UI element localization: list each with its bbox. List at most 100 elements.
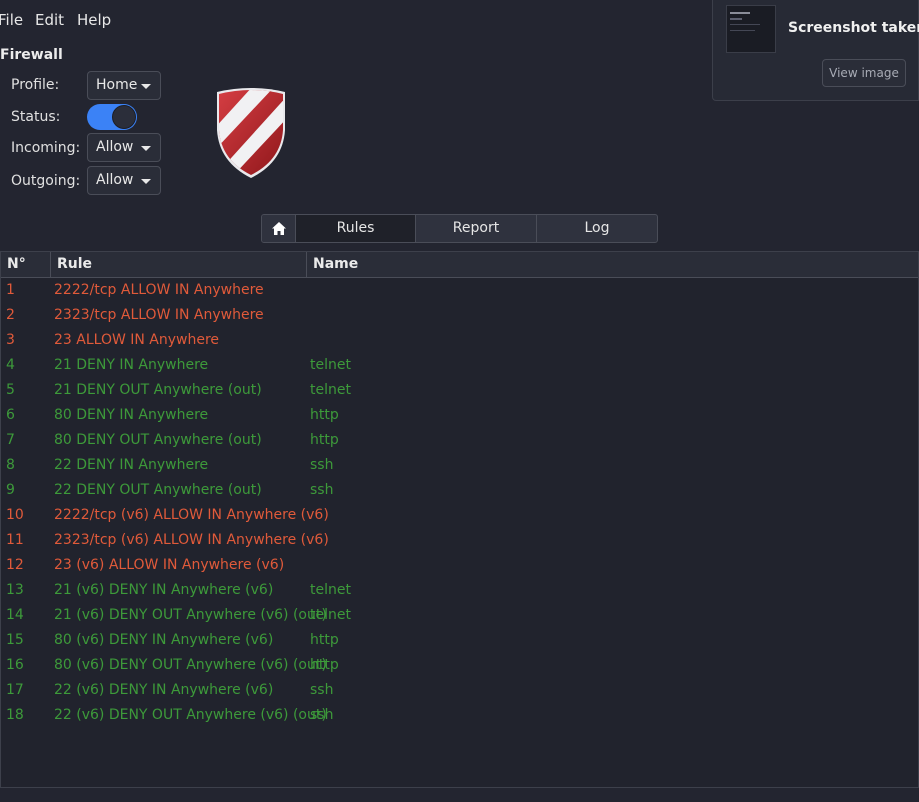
rule-number: 9 (6, 482, 15, 498)
rule-name: telnet (310, 382, 351, 398)
rule-text: 21 (v6) DENY IN Anywhere (v6) (54, 582, 274, 598)
rule-text: 2222/tcp ALLOW IN Anywhere (54, 282, 264, 298)
menu-file[interactable]: File (0, 11, 23, 29)
table-row[interactable]: 7 80 DENY OUT Anywhere (out) http (1, 428, 918, 453)
table-row[interactable]: 15 80 (v6) DENY IN Anywhere (v6) http (1, 628, 918, 653)
table-row[interactable]: 9 22 DENY OUT Anywhere (out) ssh (1, 478, 918, 503)
rule-number: 6 (6, 407, 15, 423)
rule-name: telnet (310, 582, 351, 598)
rule-number: 13 (6, 582, 24, 598)
rule-text: 80 (v6) DENY OUT Anywhere (v6) (out) (54, 657, 327, 673)
rule-name: http (310, 657, 339, 673)
table-row[interactable]: 14 21 (v6) DENY OUT Anywhere (v6) (out) te… (1, 603, 918, 628)
rule-number: 1 (6, 282, 15, 298)
rule-text: 21 (v6) DENY OUT Anywhere (v6) (out) (54, 607, 327, 623)
rule-text: 22 (v6) DENY OUT Anywhere (v6) (out) (54, 707, 327, 723)
rule-number: 7 (6, 432, 15, 448)
rule-name: ssh (310, 457, 334, 473)
table-row[interactable]: 12 23 (v6) ALLOW IN Anywhere (v6) (1, 553, 918, 578)
rule-text: 21 DENY OUT Anywhere (out) (54, 382, 262, 398)
rule-number: 17 (6, 682, 24, 698)
rule-number: 8 (6, 457, 15, 473)
column-name[interactable]: Name (307, 252, 918, 277)
rule-name: ssh (310, 482, 334, 498)
rule-number: 18 (6, 707, 24, 723)
rule-name: http (310, 407, 339, 423)
status-toggle[interactable] (87, 104, 137, 130)
rule-number: 4 (6, 357, 15, 373)
rule-number: 5 (6, 382, 15, 398)
column-rule[interactable]: Rule (51, 252, 307, 277)
rules-table: N° Rule Name 1 2222/tcp ALLOW IN Anywhere… (0, 251, 919, 788)
rule-text: 23 ALLOW IN Anywhere (54, 332, 220, 348)
rule-name: ssh (310, 707, 334, 723)
rule-text: 22 DENY IN Anywhere (54, 457, 209, 473)
rule-text: 80 DENY IN Anywhere (54, 407, 209, 423)
rule-number: 10 (6, 507, 24, 523)
outgoing-label: Outgoing: (11, 173, 81, 189)
column-number[interactable]: N° (1, 252, 51, 277)
view-tabs: Rules Report Log (261, 214, 658, 243)
table-row[interactable]: 6 80 DENY IN Anywhere http (1, 403, 918, 428)
toggle-knob (112, 105, 136, 129)
tab-rules[interactable]: Rules (296, 215, 416, 242)
incoming-value: Allow (96, 139, 134, 155)
tab-report[interactable]: Report (416, 215, 537, 242)
table-row[interactable]: 11 2323/tcp (v6) ALLOW IN Anywhere (v6) (1, 528, 918, 553)
outgoing-select[interactable]: Allow (87, 166, 161, 195)
rule-text: 23 (v6) ALLOW IN Anywhere (v6) (54, 557, 285, 573)
incoming-select[interactable]: Allow (87, 133, 161, 162)
status-bar (0, 788, 919, 802)
rule-number: 2 (6, 307, 15, 323)
table-row[interactable]: 2 2323/tcp ALLOW IN Anywhere (1, 303, 918, 328)
tab-log[interactable]: Log (537, 215, 657, 242)
profile-value: Home (96, 77, 138, 93)
rule-number: 3 (6, 332, 15, 348)
table-row[interactable]: 18 22 (v6) DENY OUT Anywhere (v6) (out) ss… (1, 703, 918, 728)
table-row[interactable]: 10 2222/tcp (v6) ALLOW IN Anywhere (v6) (1, 503, 918, 528)
rule-number: 11 (6, 532, 24, 548)
table-header: N° Rule Name (1, 252, 918, 278)
shield-icon (213, 86, 289, 182)
rule-text: 80 (v6) DENY IN Anywhere (v6) (54, 632, 274, 648)
table-row[interactable]: 5 21 DENY OUT Anywhere (out) telnet (1, 378, 918, 403)
rule-number: 16 (6, 657, 24, 673)
rule-text: 21 DENY IN Anywhere (54, 357, 209, 373)
menu-help[interactable]: Help (77, 11, 111, 29)
table-row[interactable]: 1 2222/tcp ALLOW IN Anywhere (1, 278, 918, 303)
table-row[interactable]: 16 80 (v6) DENY OUT Anywhere (v6) (out) ht… (1, 653, 918, 678)
tab-home[interactable] (262, 215, 296, 242)
firewall-title: Firewall (0, 47, 63, 63)
table-row[interactable]: 4 21 DENY IN Anywhere telnet (1, 353, 918, 378)
rule-number: 15 (6, 632, 24, 648)
rule-text: 2323/tcp ALLOW IN Anywhere (54, 307, 264, 323)
rule-name: telnet (310, 607, 351, 623)
rule-number: 12 (6, 557, 24, 573)
rule-name: telnet (310, 357, 351, 373)
table-row[interactable]: 8 22 DENY IN Anywhere ssh (1, 453, 918, 478)
table-row[interactable]: 3 23 ALLOW IN Anywhere (1, 328, 918, 353)
rule-text: 80 DENY OUT Anywhere (out) (54, 432, 262, 448)
rule-text: 2222/tcp (v6) ALLOW IN Anywhere (v6) (54, 507, 329, 523)
chevron-down-icon (141, 179, 151, 184)
chevron-down-icon (141, 84, 151, 89)
incoming-label: Incoming: (11, 140, 81, 156)
rule-number: 14 (6, 607, 24, 623)
profile-label: Profile: (11, 77, 60, 93)
rule-name: http (310, 632, 339, 648)
screenshot-thumbnail[interactable] (726, 5, 776, 53)
menu-edit[interactable]: Edit (35, 11, 64, 29)
chevron-down-icon (141, 146, 151, 151)
screenshot-notification: Screenshot taken View image (712, 0, 919, 101)
rule-text: 2323/tcp (v6) ALLOW IN Anywhere (v6) (54, 532, 329, 548)
menubar: File Edit Help (0, 0, 700, 42)
table-row[interactable]: 13 21 (v6) DENY IN Anywhere (v6) telnet (1, 578, 918, 603)
status-label: Status: (11, 109, 61, 125)
view-image-button[interactable]: View image (822, 59, 906, 87)
rule-text: 22 (v6) DENY IN Anywhere (v6) (54, 682, 274, 698)
table-row[interactable]: 17 22 (v6) DENY IN Anywhere (v6) ssh (1, 678, 918, 703)
home-icon (272, 222, 286, 235)
rule-name: http (310, 432, 339, 448)
outgoing-value: Allow (96, 172, 134, 188)
profile-select[interactable]: Home (87, 71, 161, 100)
